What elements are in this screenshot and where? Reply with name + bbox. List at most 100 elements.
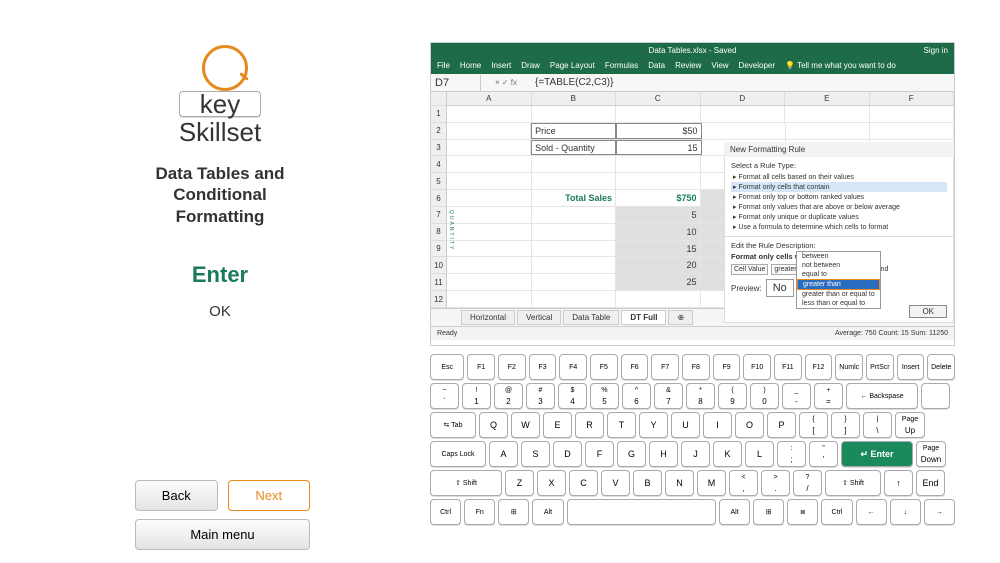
key-d[interactable]: D — [553, 441, 582, 467]
key-7[interactable]: &7 — [654, 383, 683, 409]
key-pagedown[interactable]: PageDown — [916, 441, 946, 467]
key-blank[interactable] — [921, 383, 950, 409]
sheet-horizontal[interactable]: Horizontal — [461, 310, 515, 325]
back-button[interactable]: Back — [135, 480, 218, 511]
key-q[interactable]: Q — [479, 412, 508, 438]
key-v[interactable]: V — [601, 470, 630, 496]
tab-data[interactable]: Data — [648, 61, 665, 70]
key-[interactable]: _- — [782, 383, 811, 409]
key-[interactable]: |\ — [863, 412, 892, 438]
key-fn[interactable]: Fn — [464, 499, 495, 525]
key-backspase[interactable]: ← Backspase — [846, 383, 918, 409]
key-shift[interactable]: ⇧ Shift — [430, 470, 502, 496]
key-esc[interactable]: Esc — [430, 354, 464, 380]
key-s[interactable]: S — [521, 441, 550, 467]
key-c[interactable]: C — [569, 470, 598, 496]
key-alt[interactable]: Alt — [532, 499, 563, 525]
tab-draw[interactable]: Draw — [521, 61, 540, 70]
tab-developer[interactable]: Developer — [739, 61, 775, 70]
key-2[interactable]: @2 — [494, 383, 523, 409]
tab-view[interactable]: View — [711, 61, 728, 70]
key-[interactable]: ↓ — [890, 499, 921, 525]
key-[interactable]: {[ — [799, 412, 828, 438]
key-[interactable]: → — [924, 499, 955, 525]
sheet-datatable[interactable]: Data Table — [563, 310, 619, 325]
key-enter[interactable]: ↵ Enter — [841, 441, 913, 467]
key-o[interactable]: O — [735, 412, 764, 438]
key-e[interactable]: E — [543, 412, 572, 438]
key-f9[interactable]: F9 — [713, 354, 741, 380]
key-insert[interactable]: Insert — [897, 354, 925, 380]
key-shift[interactable]: ⇧ Shift — [825, 470, 881, 496]
key-end[interactable]: End — [916, 470, 945, 496]
key-f5[interactable]: F5 — [590, 354, 618, 380]
key-3[interactable]: #3 — [526, 383, 555, 409]
key-[interactable]: ⊞ — [498, 499, 529, 525]
dialog-ok-button[interactable]: OK — [909, 305, 947, 318]
key-[interactable]: ⊞ — [753, 499, 784, 525]
key-m[interactable]: M — [697, 470, 726, 496]
key-f[interactable]: F — [585, 441, 614, 467]
tab-review[interactable]: Review — [675, 61, 701, 70]
key-[interactable]: ~` — [430, 383, 459, 409]
key-9[interactable]: (9 — [718, 383, 747, 409]
key-8[interactable]: *8 — [686, 383, 715, 409]
key-[interactable]: >. — [761, 470, 790, 496]
key-1[interactable]: !1 — [462, 383, 491, 409]
key-[interactable]: "' — [809, 441, 838, 467]
main-menu-button[interactable]: Main menu — [135, 519, 310, 550]
key-f1[interactable]: F1 — [467, 354, 495, 380]
condition-field-select[interactable]: Cell Value — [731, 264, 768, 275]
key-y[interactable]: Y — [639, 412, 668, 438]
name-box[interactable]: D7 — [431, 75, 481, 91]
sheet-vertical[interactable]: Vertical — [517, 310, 561, 325]
key-[interactable]: ← — [856, 499, 887, 525]
tab-pagelayout[interactable]: Page Layout — [550, 61, 595, 70]
key-f6[interactable]: F6 — [621, 354, 649, 380]
key-f12[interactable]: F12 — [805, 354, 833, 380]
add-sheet-icon[interactable]: ⊕ — [668, 310, 693, 325]
key-delete[interactable]: Delete — [927, 354, 955, 380]
operator-dropdown[interactable]: between not between equal to greater tha… — [796, 251, 881, 309]
key-tab[interactable]: ⇆ Tab — [430, 412, 476, 438]
rule-type-list[interactable]: ▸ Format all cells based on their values… — [731, 172, 947, 232]
key-j[interactable]: J — [681, 441, 710, 467]
signin-link[interactable]: Sign in — [924, 46, 948, 55]
key-capslock[interactable]: Caps Lock — [430, 441, 486, 467]
next-button[interactable]: Next — [228, 480, 311, 511]
key-f11[interactable]: F11 — [774, 354, 802, 380]
key-prtscr[interactable]: PrtScr — [866, 354, 894, 380]
key-z[interactable]: Z — [505, 470, 534, 496]
key-p[interactable]: P — [767, 412, 796, 438]
key-[interactable]: ?/ — [793, 470, 822, 496]
key-f10[interactable]: F10 — [743, 354, 771, 380]
key-[interactable]: }] — [831, 412, 860, 438]
key-ctrl[interactable]: Ctrl — [821, 499, 852, 525]
tab-home[interactable]: Home — [460, 61, 481, 70]
key-h[interactable]: H — [649, 441, 678, 467]
key-f4[interactable]: F4 — [559, 354, 587, 380]
key-f2[interactable]: F2 — [498, 354, 526, 380]
tab-insert[interactable]: Insert — [491, 61, 511, 70]
key-numlc[interactable]: Numlc — [835, 354, 863, 380]
tab-file[interactable]: File — [437, 61, 450, 70]
key-[interactable]: ↑ — [884, 470, 913, 496]
key-[interactable]: :; — [777, 441, 806, 467]
key-f8[interactable]: F8 — [682, 354, 710, 380]
key-x[interactable]: X — [537, 470, 566, 496]
key-g[interactable]: G — [617, 441, 646, 467]
key-r[interactable]: R — [575, 412, 604, 438]
key-k[interactable]: K — [713, 441, 742, 467]
key-pageup[interactable]: PageUp — [895, 412, 925, 438]
key-n[interactable]: N — [665, 470, 694, 496]
tab-formulas[interactable]: Formulas — [605, 61, 638, 70]
key-u[interactable]: U — [671, 412, 700, 438]
sheet-dtfull[interactable]: DT Full — [621, 310, 666, 325]
key-i[interactable]: I — [703, 412, 732, 438]
key-4[interactable]: $4 — [558, 383, 587, 409]
key-w[interactable]: W — [511, 412, 540, 438]
key-ctrl[interactable]: Ctrl — [430, 499, 461, 525]
key-6[interactable]: ^6 — [622, 383, 651, 409]
tellme[interactable]: 💡 Tell me what you want to do — [785, 61, 896, 70]
key-[interactable]: ≣ — [787, 499, 818, 525]
